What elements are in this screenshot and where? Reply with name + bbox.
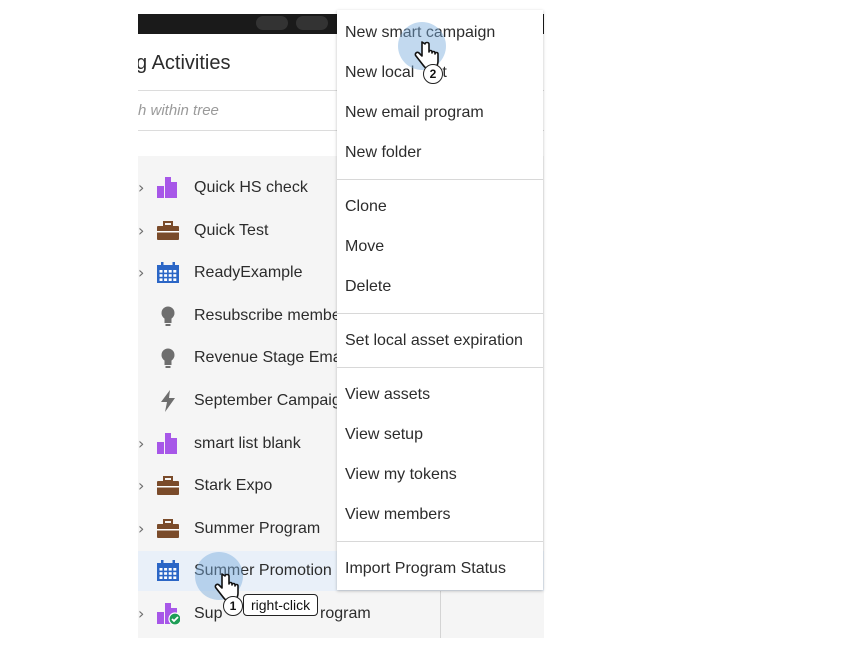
chevron-right-icon[interactable]: › — [138, 435, 150, 452]
menu-item-clone[interactable]: Clone — [345, 196, 387, 218]
menu-item-move[interactable]: Move — [345, 236, 384, 258]
chevron-right-icon[interactable]: › — [138, 265, 150, 281]
tree-item-label: Stark Expo — [194, 477, 273, 495]
toolbar-button[interactable] — [296, 16, 328, 30]
tree-item-label: Resubscribe membe — [194, 306, 341, 324]
tree-item-label: Quick Test — [194, 221, 269, 239]
tree-item-label: rogram — [320, 605, 371, 622]
menu-separator — [337, 313, 543, 314]
menu-item-new-folder[interactable]: New folder — [345, 142, 421, 164]
briefcase-icon — [156, 475, 180, 497]
chevron-right-icon[interactable]: › — [138, 180, 150, 196]
chevron-right-icon[interactable]: › — [138, 222, 150, 239]
toolbar-button[interactable] — [256, 16, 288, 30]
right-click-tooltip: right-click — [243, 594, 319, 616]
menu-item-import-program-status[interactable]: Import Program Status — [345, 558, 506, 580]
menu-separator — [337, 367, 543, 368]
briefcase-icon — [156, 220, 180, 242]
lightbulb-icon — [156, 305, 180, 327]
menu-item-delete[interactable]: Delete — [345, 276, 391, 298]
menu-item-view-setup[interactable]: View setup — [345, 424, 423, 446]
chevron-right-icon[interactable]: › — [138, 478, 150, 494]
step-badge-1: 1 — [223, 596, 243, 616]
panel-title: g Activities — [138, 52, 231, 74]
context-menu: New smart campaign New local t New email pr… — [337, 10, 543, 590]
tree-item-label: Sup — [194, 605, 223, 622]
smart-list-icon — [156, 177, 180, 199]
tree-item-label: Quick HS check — [194, 179, 308, 196]
menu-item-new-email-program[interactable]: New email program — [345, 102, 484, 124]
lightbulb-icon — [156, 347, 180, 369]
briefcase-icon — [156, 518, 180, 540]
calendar-icon — [156, 560, 180, 582]
tree-search-input[interactable]: h within tree — [138, 102, 219, 119]
menu-separator — [337, 541, 543, 542]
tree-item-label: September Campaig — [194, 392, 341, 409]
chevron-right-icon[interactable]: › — [138, 520, 150, 537]
menu-separator — [337, 179, 543, 180]
menu-item-view-assets[interactable]: View assets — [345, 384, 430, 406]
tree-item-label: smart list blank — [194, 434, 301, 452]
menu-item-view-my-tokens[interactable]: View my tokens — [345, 464, 457, 486]
lightning-icon — [156, 390, 180, 412]
smart-list-icon — [156, 432, 180, 455]
calendar-icon — [156, 262, 180, 284]
tree-item-label: ReadyExample — [194, 264, 303, 282]
menu-item-label-suffix: t — [442, 64, 447, 81]
tree-item-label: Revenue Stage Emai — [194, 349, 346, 367]
chevron-right-icon[interactable]: › — [138, 606, 150, 622]
tree-item-label: Summer Program — [194, 519, 321, 537]
step-badge-2: 2 — [423, 64, 443, 84]
menu-item-view-members[interactable]: View members — [345, 504, 451, 526]
menu-item-set-local-asset-expiration[interactable]: Set local asset expiration — [345, 330, 523, 352]
smart-list-check-icon — [156, 603, 182, 626]
